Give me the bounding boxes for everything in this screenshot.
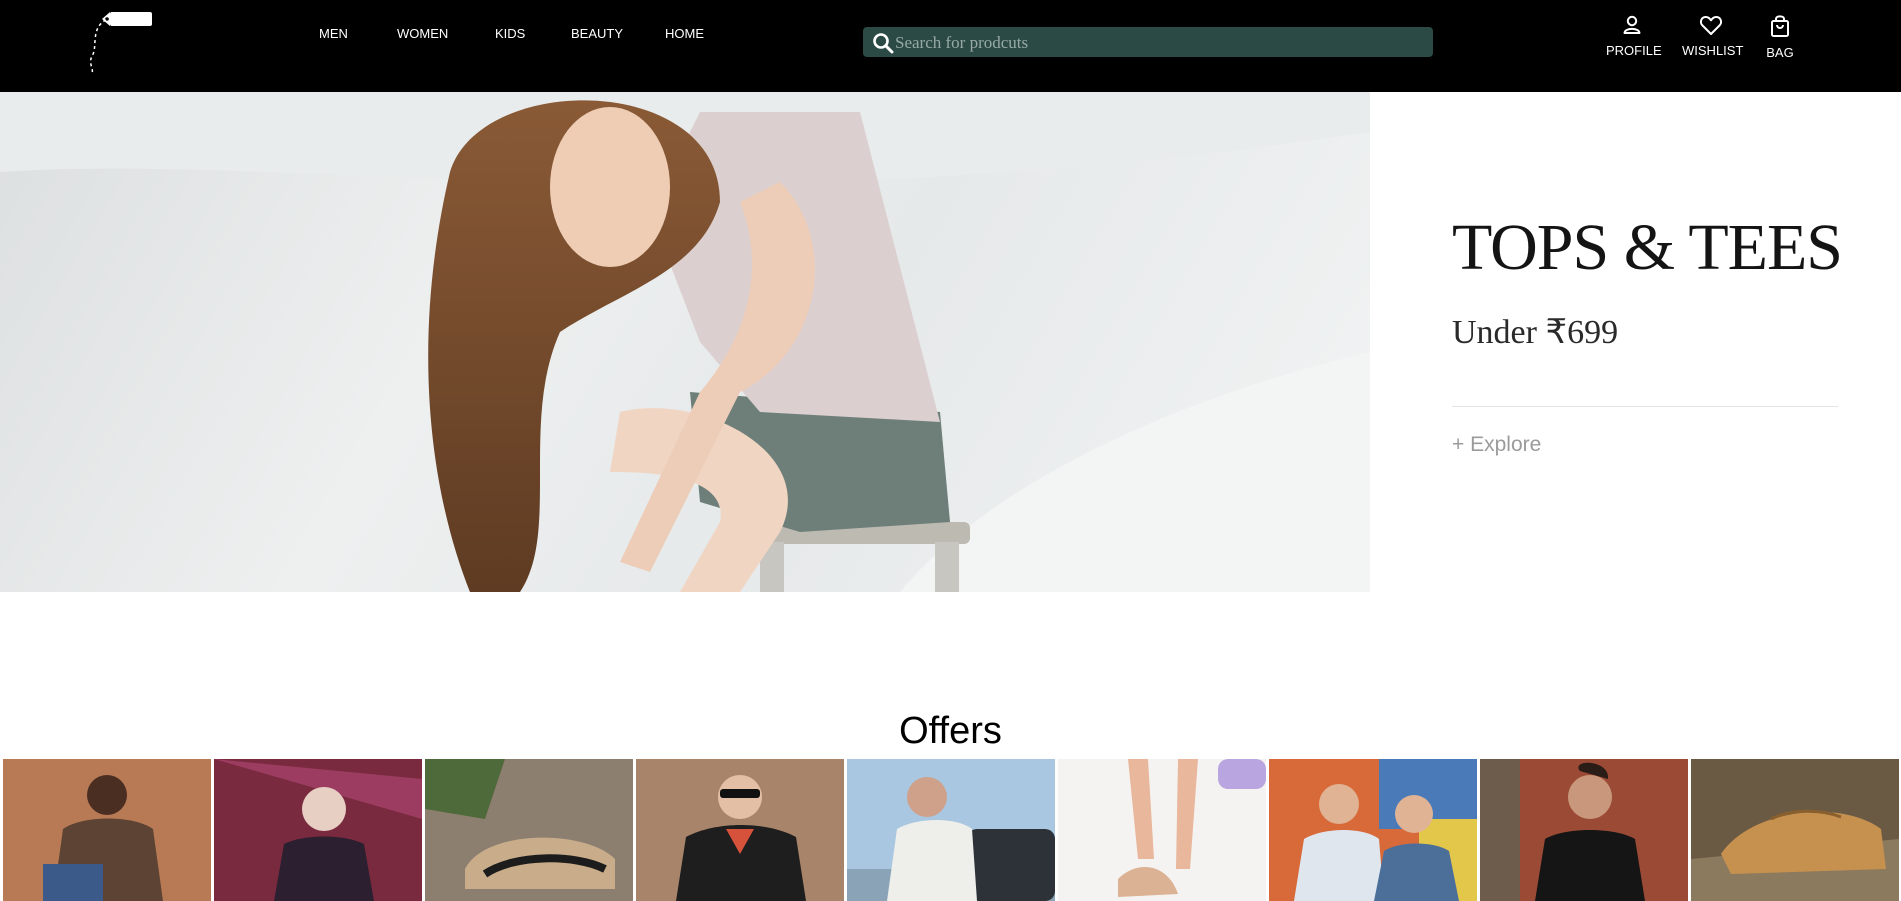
nav-home[interactable]: HOME — [665, 26, 704, 41]
profile-button[interactable]: PROFILE — [1606, 14, 1662, 58]
explore-link[interactable]: + Explore — [1452, 433, 1541, 457]
brand-logo-tag-icon[interactable] — [86, 8, 158, 80]
offer-tile-6[interactable] — [1058, 759, 1266, 901]
offers-carousel — [3, 759, 1901, 901]
nav-men[interactable]: MEN — [319, 26, 348, 41]
offer-tile-4[interactable] — [636, 759, 844, 901]
search-icon[interactable] — [871, 31, 895, 55]
search-bar — [863, 27, 1433, 59]
bag-button[interactable]: BAG — [1764, 14, 1796, 60]
hero-title: TOPS & TEES — [1452, 211, 1843, 284]
person-icon — [1623, 15, 1641, 34]
profile-label: PROFILE — [1606, 43, 1662, 58]
bag-icon — [1771, 15, 1789, 37]
offer-tile-1[interactable] — [3, 759, 211, 901]
offer-tile-3[interactable] — [425, 759, 633, 901]
nav-kids[interactable]: KIDS — [495, 26, 525, 41]
wishlist-label: WISHLIST — [1682, 43, 1744, 58]
offer-tile-8[interactable] — [1480, 759, 1688, 901]
offer-tile-7[interactable] — [1269, 759, 1477, 901]
offer-tile-2[interactable] — [214, 759, 422, 901]
top-header: MEN WOMEN KIDS BEAUTY HOME PROFILE WISHL… — [0, 0, 1901, 92]
offer-tile-9[interactable] — [1691, 759, 1899, 901]
offers-heading: Offers — [899, 710, 1002, 752]
nav-women[interactable]: WOMEN — [397, 26, 448, 41]
nav-beauty[interactable]: BEAUTY — [571, 26, 623, 41]
heart-icon — [1699, 16, 1723, 35]
wishlist-button[interactable]: WISHLIST — [1682, 14, 1744, 58]
bag-label: BAG — [1766, 45, 1794, 60]
search-input[interactable] — [893, 27, 1427, 59]
offer-tile-5[interactable] — [847, 759, 1055, 901]
hero-divider — [1452, 406, 1838, 407]
hero-subtitle: Under ₹699 — [1452, 314, 1619, 351]
hero-model-image[interactable] — [0, 92, 1370, 592]
